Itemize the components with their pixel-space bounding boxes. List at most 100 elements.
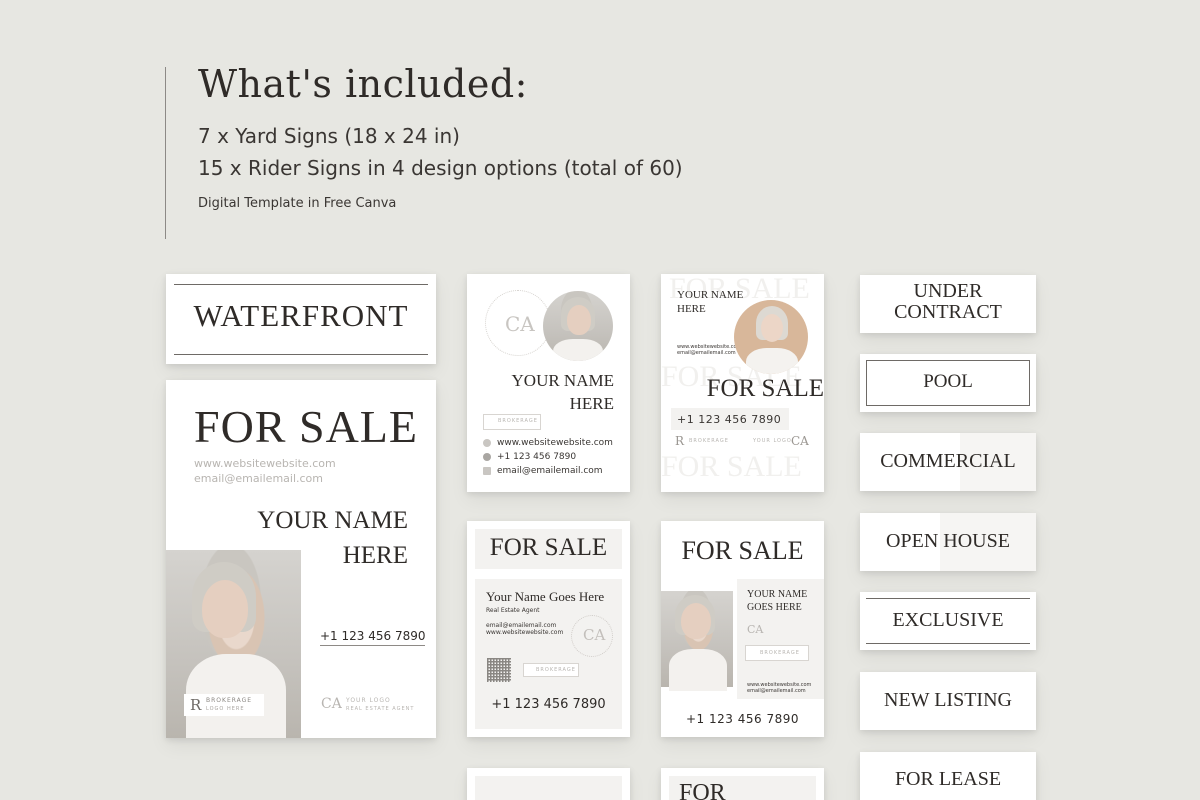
card4-name: Your Name Goes Here xyxy=(486,589,605,604)
rider-new-listing-label: NEW LISTING xyxy=(884,689,1012,711)
card4-brokerage-box: BROKERAGE xyxy=(523,663,579,677)
card2-email: email@emailemail.com xyxy=(497,466,603,476)
yard-sign-card-4: FOR SALE Your Name Goes Here Real Estate… xyxy=(467,521,630,737)
waterfront-rider: WATERFRONT xyxy=(166,274,436,364)
page-title: What's included: xyxy=(198,62,528,106)
main-name-line1: YOUR NAME xyxy=(257,507,408,534)
card3-name-line1: YOUR NAME xyxy=(677,289,744,301)
card4-website: www.websitewebsite.com xyxy=(486,629,564,636)
card3-headline: FOR SALE xyxy=(706,375,824,402)
card5-logo-mono: CA xyxy=(747,623,764,636)
card2-agent-photo xyxy=(543,291,613,361)
card5-name-line2: GOES HERE xyxy=(747,602,802,613)
header-divider xyxy=(165,67,166,239)
card3-bg-word-3: FOR SALE xyxy=(661,450,802,483)
rider-for-lease-label: FOR LEASE xyxy=(894,768,1002,790)
card5-email: email@emailemail.com xyxy=(747,688,806,694)
rider-open-house-label: OPEN HOUSE xyxy=(886,530,1010,552)
brokerage-mono-icon: R xyxy=(190,696,202,714)
rider-commercial: COMMERCIAL xyxy=(860,433,1036,491)
card2-phone: +1 123 456 7890 xyxy=(497,452,577,462)
rider-exclusive-label: EXCLUSIVE xyxy=(892,609,1004,631)
yard-sign-card-3: FOR SALE FOR SALE FOR SALE YOUR NAME HER… xyxy=(661,274,824,492)
card4-phone: +1 123 456 7890 xyxy=(491,697,606,712)
card5-brokerage-box: BROKERAGE xyxy=(745,645,809,661)
rider-open-house: OPEN HOUSE xyxy=(860,513,1036,571)
card6-headline-band xyxy=(475,776,622,800)
card4-headline: FOR SALE xyxy=(489,534,608,561)
rider-under-contract-line1: UNDER xyxy=(913,280,983,302)
divider-bottom xyxy=(174,354,428,355)
yard-sign-card-2: CA YOUR NAME HERE BROKERAGE www.websitew… xyxy=(467,274,630,492)
mail-icon xyxy=(483,466,491,475)
card2-email-row: email@emailemail.com xyxy=(483,466,603,476)
rider-for-lease: FOR LEASE xyxy=(860,752,1036,800)
rider-pool: POOL xyxy=(860,354,1036,412)
card4-logo-mono: CA xyxy=(583,626,606,644)
card2-website: www.websitewebsite.com xyxy=(497,438,613,448)
portrait-face xyxy=(202,580,248,638)
rider-commercial-label: COMMERCIAL xyxy=(880,450,1016,472)
feature-rider-signs: 15 x Rider Signs in 4 design options (to… xyxy=(198,156,683,180)
rider-new-listing: NEW LISTING xyxy=(860,672,1036,730)
card4-role: Real Estate Agent xyxy=(486,607,540,614)
card7-headline: FOR xyxy=(679,780,726,800)
yard-sign-card-7: FOR xyxy=(661,768,824,800)
rider-exclusive-line-bottom xyxy=(866,643,1030,644)
card2-brokerage-box: BROKERAGE xyxy=(483,414,541,430)
card3-brokerage: BROKERAGE xyxy=(689,438,729,444)
logo-line1: YOUR LOGO xyxy=(346,697,391,704)
rider-exclusive: EXCLUSIVE xyxy=(860,592,1036,650)
rider-exclusive-line-top xyxy=(866,598,1030,599)
card2-name-line1: YOUR NAME xyxy=(511,371,614,390)
card4-brokerage: BROKERAGE xyxy=(536,667,576,673)
card5-agent-portrait xyxy=(661,591,733,691)
portrait-body xyxy=(669,649,727,691)
photo-face xyxy=(567,305,591,335)
waterfront-label: WATERFRONT xyxy=(193,298,409,333)
brokerage-sub: LOGO HERE xyxy=(206,706,245,712)
rider-under-contract: ​ UNDER CONTRACT xyxy=(860,275,1036,333)
card3-name-line2: HERE xyxy=(677,303,706,315)
globe-icon xyxy=(483,438,491,447)
card2-website-row: www.websitewebsite.com xyxy=(483,438,613,448)
main-phone: +1 123 456 7890 xyxy=(320,629,426,646)
card5-name-line1: YOUR NAME xyxy=(747,589,808,600)
card4-email: email@emailemail.com xyxy=(486,622,557,629)
card3-logo-mono: CA xyxy=(791,434,809,448)
card5-phone: +1 123 456 7890 xyxy=(686,712,799,726)
feature-canva: Digital Template in Free Canva xyxy=(198,196,397,211)
card3-phone: +1 123 456 7890 xyxy=(677,413,782,426)
phone-icon xyxy=(483,452,491,461)
card3-agent-photo xyxy=(734,300,808,374)
card3-email: email@emailemail.com xyxy=(677,350,736,356)
brokerage-name: BROKERAGE xyxy=(206,697,253,704)
yard-sign-card-5: FOR SALE YOUR NAME GOES HERE CA BROKERAG… xyxy=(661,521,824,737)
brokerage-logo: R BROKERAGE LOGO HERE xyxy=(184,694,264,716)
main-email: email@emailemail.com xyxy=(194,472,323,485)
logo-line2: REAL ESTATE AGENT xyxy=(346,706,415,712)
logo-mono: CA xyxy=(321,696,342,712)
feature-yard-signs: 7 x Yard Signs (18 x 24 in) xyxy=(198,124,460,148)
rider-under-contract-line2: CONTRACT xyxy=(894,301,1002,323)
card2-phone-row: +1 123 456 7890 xyxy=(483,452,576,462)
portrait-face xyxy=(681,603,711,639)
main-headline: FOR SALE xyxy=(194,401,418,452)
photo-face xyxy=(761,314,783,342)
photo-body xyxy=(746,348,798,374)
divider-top xyxy=(174,284,428,285)
yard-sign-card-6 xyxy=(467,768,630,800)
card5-brokerage: BROKERAGE xyxy=(760,650,800,656)
card5-headline: FOR SALE xyxy=(681,536,804,565)
card3-brokerage-icon: R xyxy=(675,434,685,448)
card2-brokerage: BROKERAGE xyxy=(498,418,538,424)
rider-pool-label: POOL xyxy=(923,371,973,392)
card2-logo-mono: CA xyxy=(505,312,535,336)
photo-body xyxy=(553,339,603,361)
card2-name-line2: HERE xyxy=(569,394,614,413)
qr-code-icon xyxy=(487,658,511,682)
main-yard-sign: FOR SALE www.websitewebsite.com email@em… xyxy=(166,380,436,738)
main-website: www.websitewebsite.com xyxy=(194,457,336,470)
card3-logo-line1: YOUR LOGO xyxy=(753,438,792,444)
main-name-line2: HERE xyxy=(342,542,408,569)
